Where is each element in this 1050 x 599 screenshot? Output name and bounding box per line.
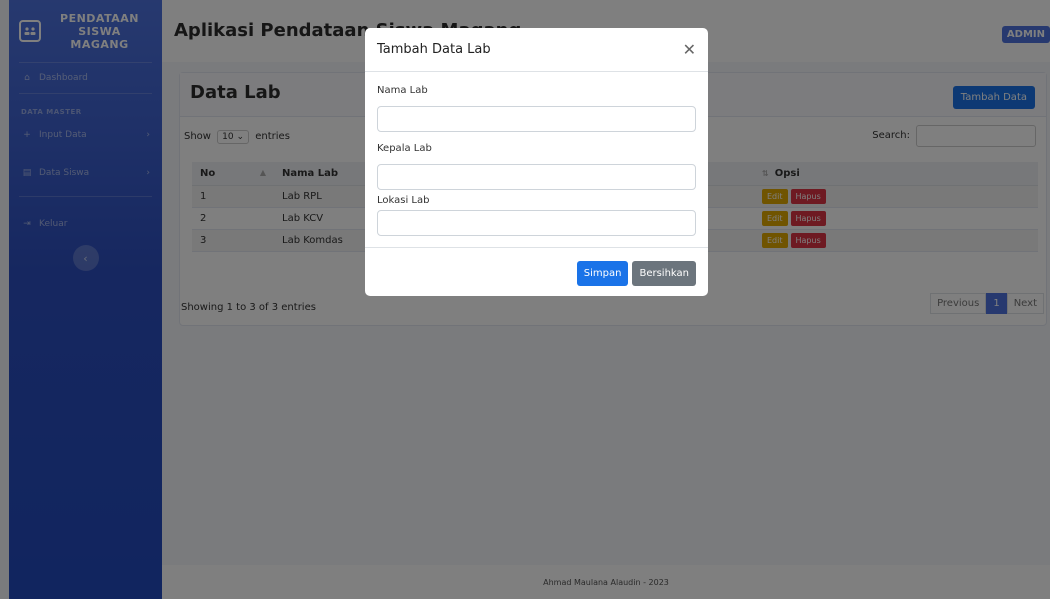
kepala-lab-input[interactable] [377, 164, 696, 190]
modal-title: Tambah Data Lab [377, 42, 491, 57]
simpan-button[interactable]: Simpan [576, 261, 629, 286]
bersihkan-button[interactable]: Bersihkan [632, 261, 696, 286]
tambah-data-lab-modal: Tambah Data Lab ✕ Nama Lab Kepala Lab Lo… [365, 28, 708, 296]
modal-header: Tambah Data Lab ✕ [365, 28, 708, 72]
lokasi-lab-label: Lokasi Lab [377, 195, 430, 206]
modal-footer: Simpan Bersihkan [576, 261, 696, 286]
lokasi-lab-input[interactable] [377, 210, 696, 236]
close-icon[interactable]: ✕ [683, 40, 696, 59]
modal-body: Nama Lab Kepala Lab Lokasi Lab [365, 72, 708, 248]
nama-lab-input[interactable] [377, 106, 696, 132]
nama-lab-label: Nama Lab [377, 85, 428, 96]
kepala-lab-label: Kepala Lab [377, 143, 432, 154]
